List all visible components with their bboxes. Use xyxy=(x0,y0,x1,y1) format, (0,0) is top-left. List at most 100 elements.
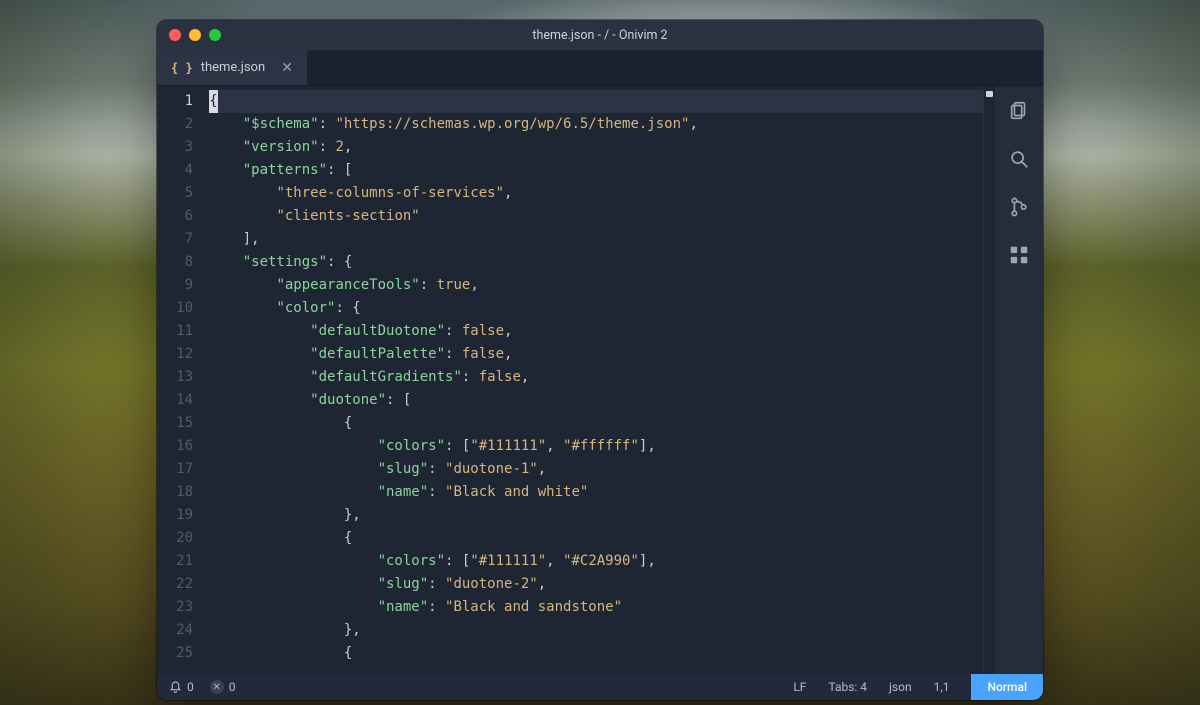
line-number[interactable]: 1 xyxy=(157,90,193,113)
token-key: "slug" xyxy=(378,461,429,477)
line-number[interactable]: 16 xyxy=(157,435,193,458)
code-line[interactable]: ], xyxy=(209,228,983,251)
line-number[interactable]: 23 xyxy=(157,596,193,619)
token-punc: : [ xyxy=(445,438,470,454)
close-tab-button[interactable]: ✕ xyxy=(281,60,293,76)
line-number[interactable]: 13 xyxy=(157,366,193,389)
token-punc: : xyxy=(420,277,437,293)
code-line[interactable]: "colors": ["#111111", "#C2A990"], xyxy=(209,550,983,573)
code-line[interactable]: "color": { xyxy=(209,297,983,320)
code-line[interactable]: "version": 2, xyxy=(209,136,983,159)
error-badge-icon: ✕ xyxy=(210,680,224,694)
minimap-scrollbar[interactable] xyxy=(983,86,995,674)
line-ending-indicator[interactable]: LF xyxy=(793,680,806,694)
line-number[interactable]: 19 xyxy=(157,504,193,527)
code-line[interactable]: { xyxy=(209,527,983,550)
token-punc: { xyxy=(209,530,352,546)
token-punc: , xyxy=(546,553,563,569)
maximize-window-button[interactable] xyxy=(209,29,221,41)
code-line[interactable]: "appearanceTools": true, xyxy=(209,274,983,297)
line-number[interactable]: 3 xyxy=(157,136,193,159)
json-file-icon: { } xyxy=(171,61,193,75)
extensions-icon[interactable] xyxy=(1008,244,1030,266)
line-number[interactable]: 14 xyxy=(157,389,193,412)
code-line[interactable]: "patterns": [ xyxy=(209,159,983,182)
code-line[interactable]: "settings": { xyxy=(209,251,983,274)
token-punc xyxy=(209,139,243,155)
code-line[interactable]: "slug": "duotone-2", xyxy=(209,573,983,596)
token-punc: , xyxy=(538,461,546,477)
notifications-button[interactable]: 0 xyxy=(169,680,194,694)
code-line[interactable]: "$schema": "https://schemas.wp.org/wp/6.… xyxy=(209,113,983,136)
code-line[interactable]: "defaultGradients": false, xyxy=(209,366,983,389)
line-number[interactable]: 9 xyxy=(157,274,193,297)
code-line[interactable]: "duotone": [ xyxy=(209,389,983,412)
line-number[interactable]: 18 xyxy=(157,481,193,504)
code-line[interactable]: { xyxy=(209,412,983,435)
code-line[interactable]: { xyxy=(209,90,983,113)
line-number[interactable]: 21 xyxy=(157,550,193,573)
line-number[interactable]: 25 xyxy=(157,642,193,665)
line-number[interactable]: 5 xyxy=(157,182,193,205)
editor[interactable]: 1234567891011121314151617181920212223242… xyxy=(157,86,995,674)
code-line[interactable]: "name": "Black and sandstone" xyxy=(209,596,983,619)
code-area[interactable]: { "$schema": "https://schemas.wp.org/wp/… xyxy=(203,86,983,674)
code-line[interactable]: { xyxy=(209,642,983,665)
line-number[interactable]: 24 xyxy=(157,619,193,642)
token-bool: false xyxy=(479,369,521,385)
cursor-position-indicator[interactable]: 1,1 xyxy=(934,680,950,694)
token-punc: }, xyxy=(209,507,361,523)
token-punc xyxy=(209,162,243,178)
code-line[interactable]: "three-columns-of-services", xyxy=(209,182,983,205)
code-line[interactable]: "name": "Black and white" xyxy=(209,481,983,504)
code-line[interactable]: "slug": "duotone-1", xyxy=(209,458,983,481)
line-number[interactable]: 15 xyxy=(157,412,193,435)
code-line[interactable]: "colors": ["#111111", "#ffffff"], xyxy=(209,435,983,458)
token-str: "#ffffff" xyxy=(563,438,639,454)
tab-theme-json[interactable]: { } theme.json ✕ xyxy=(157,50,307,85)
token-punc xyxy=(209,438,378,454)
token-punc: }, xyxy=(209,622,361,638)
code-line[interactable]: "defaultDuotone": false, xyxy=(209,320,983,343)
search-icon[interactable] xyxy=(1008,148,1030,170)
code-line[interactable]: "clients-section" xyxy=(209,205,983,228)
token-punc: , xyxy=(504,323,512,339)
source-control-icon[interactable] xyxy=(1008,196,1030,218)
token-key: "name" xyxy=(378,599,429,615)
indent-indicator[interactable]: Tabs: 4 xyxy=(828,680,867,694)
line-number[interactable]: 7 xyxy=(157,228,193,251)
line-number[interactable]: 20 xyxy=(157,527,193,550)
line-number[interactable]: 12 xyxy=(157,343,193,366)
side-toolbar xyxy=(995,86,1043,674)
token-punc xyxy=(209,599,378,615)
errors-button[interactable]: ✕ 0 xyxy=(210,680,236,694)
token-punc xyxy=(209,392,310,408)
token-punc: , xyxy=(504,346,512,362)
token-bool: false xyxy=(462,323,504,339)
line-number[interactable]: 4 xyxy=(157,159,193,182)
vim-mode-indicator[interactable]: Normal xyxy=(971,674,1043,700)
line-number[interactable]: 8 xyxy=(157,251,193,274)
line-number[interactable]: 6 xyxy=(157,205,193,228)
language-indicator[interactable]: json xyxy=(889,680,912,694)
code-line[interactable]: }, xyxy=(209,504,983,527)
token-punc xyxy=(209,277,276,293)
code-line[interactable]: }, xyxy=(209,619,983,642)
line-number[interactable]: 10 xyxy=(157,297,193,320)
code-line[interactable]: "defaultPalette": false, xyxy=(209,343,983,366)
token-str: "#C2A990" xyxy=(563,553,639,569)
titlebar[interactable]: theme.json - / - Onivim 2 xyxy=(157,20,1043,50)
line-number-gutter[interactable]: 1234567891011121314151617181920212223242… xyxy=(157,86,203,674)
line-number[interactable]: 11 xyxy=(157,320,193,343)
minimize-window-button[interactable] xyxy=(189,29,201,41)
token-key: "colors" xyxy=(378,553,445,569)
line-number[interactable]: 2 xyxy=(157,113,193,136)
status-bar: 0 ✕ 0 LF Tabs: 4 json 1,1 Normal xyxy=(157,674,1043,700)
close-window-button[interactable] xyxy=(169,29,181,41)
minimap-thumb[interactable] xyxy=(986,91,993,97)
token-punc: : xyxy=(319,139,336,155)
token-punc: : { xyxy=(335,300,360,316)
line-number[interactable]: 22 xyxy=(157,573,193,596)
line-number[interactable]: 17 xyxy=(157,458,193,481)
files-icon[interactable] xyxy=(1008,100,1030,122)
